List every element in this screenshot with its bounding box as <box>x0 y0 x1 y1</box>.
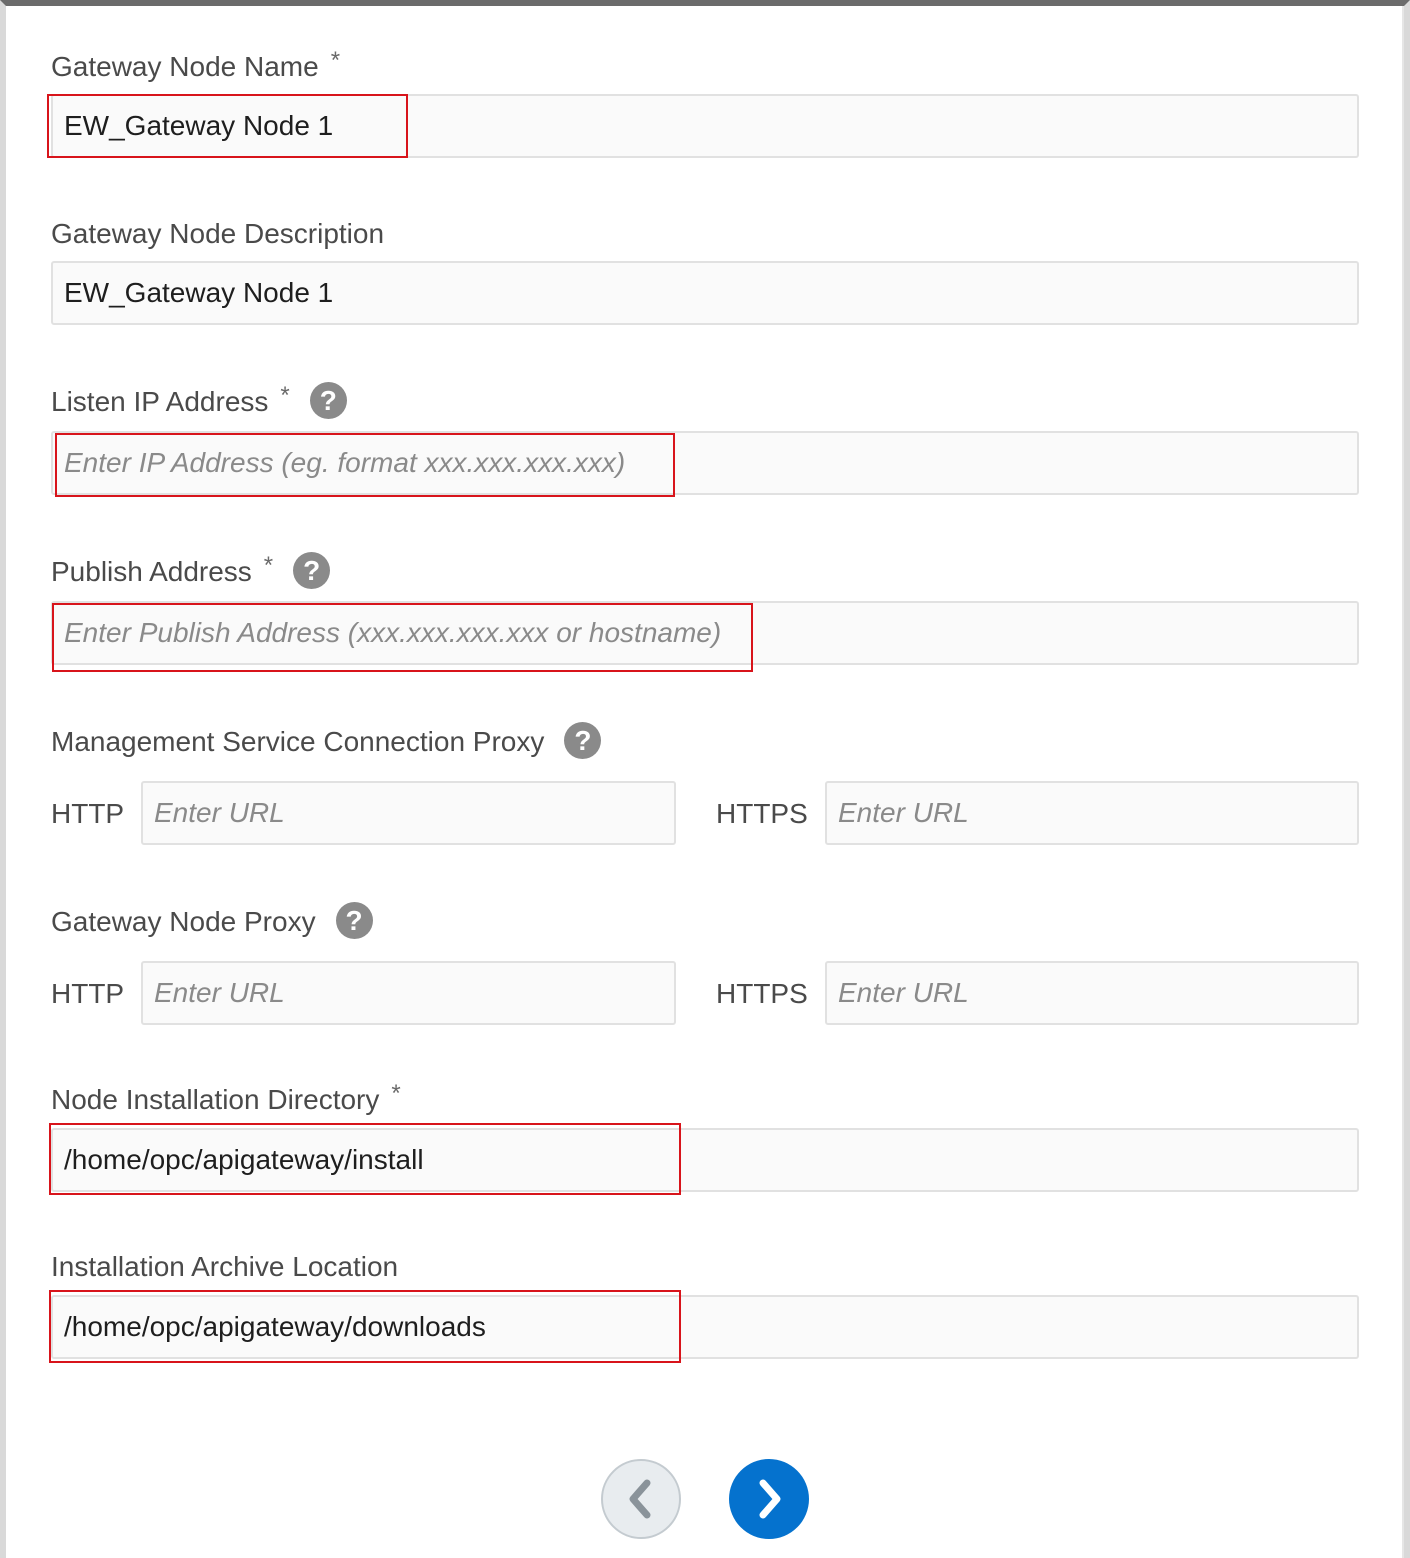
management-proxy-label: Management Service Connection Proxy? <box>51 722 602 762</box>
gateway-http-input[interactable]: Enter URL <box>141 961 676 1025</box>
chevron-right-icon <box>759 1479 781 1519</box>
previous-button[interactable] <box>601 1459 681 1539</box>
required-asterisk: * <box>330 47 341 74</box>
publish-address-label: Publish Address *? <box>51 552 331 592</box>
next-button[interactable] <box>729 1459 809 1539</box>
installation-archive-location-value: /home/opc/apigateway/downloads <box>64 1311 486 1342</box>
management-https-label: HTTPS <box>716 798 808 829</box>
gateway-node-proxy-label: Gateway Node Proxy? <box>51 902 373 942</box>
help-icon[interactable]: ? <box>293 552 331 590</box>
management-http-label: HTTP <box>51 798 125 829</box>
scrollbar-track <box>1402 6 1404 1558</box>
chevron-left-icon <box>629 1479 651 1519</box>
management-https-input[interactable]: Enter URL <box>825 781 1359 845</box>
gateway-node-name-value: EW_Gateway Node 1 <box>64 110 334 141</box>
node-installation-directory-value: /home/opc/apigateway/install <box>64 1144 424 1175</box>
help-icon[interactable]: ? <box>335 902 373 940</box>
gateway-https-label: HTTPS <box>716 978 808 1009</box>
publish-address-input[interactable]: Enter Publish Address (xxx.xxx.xxx.xxx o… <box>51 601 1359 665</box>
node-installation-directory-input[interactable]: /home/opc/apigateway/install <box>51 1128 1359 1192</box>
gateway-node-name-input[interactable]: EW_Gateway Node 1 <box>51 94 1359 158</box>
help-icon[interactable]: ? <box>309 382 347 420</box>
gateway-node-description-value: EW_Gateway Node 1 <box>64 277 334 308</box>
management-http-input[interactable]: Enter URL <box>141 781 676 845</box>
gateway-https-placeholder: Enter URL <box>838 977 969 1008</box>
listen-ip-address-input[interactable]: Enter IP Address (eg. format xxx.xxx.xxx… <box>51 431 1359 495</box>
listen-ip-address-label: Listen IP Address *? <box>51 382 347 422</box>
node-installation-directory-label: Node Installation Directory * <box>51 1080 401 1115</box>
gateway-http-placeholder: Enter URL <box>154 977 285 1008</box>
gateway-node-description-input[interactable]: EW_Gateway Node 1 <box>51 261 1359 325</box>
installation-archive-location-label: Installation Archive Location <box>51 1251 399 1282</box>
required-asterisk: * <box>263 552 274 579</box>
gateway-http-label: HTTP <box>51 978 125 1009</box>
management-https-placeholder: Enter URL <box>838 797 969 828</box>
listen-ip-address-placeholder: Enter IP Address (eg. format xxx.xxx.xxx… <box>64 447 626 478</box>
required-asterisk: * <box>391 1080 401 1107</box>
help-icon[interactable]: ? <box>564 722 602 760</box>
gateway-https-input[interactable]: Enter URL <box>825 961 1359 1025</box>
management-http-placeholder: Enter URL <box>154 797 285 828</box>
gateway-node-description-label: Gateway Node Description <box>51 218 385 249</box>
required-asterisk: * <box>280 382 290 409</box>
installation-archive-location-input[interactable]: /home/opc/apigateway/downloads <box>51 1295 1359 1359</box>
gateway-node-name-label: Gateway Node Name * <box>51 47 341 82</box>
publish-address-placeholder: Enter Publish Address (xxx.xxx.xxx.xxx o… <box>64 617 722 648</box>
